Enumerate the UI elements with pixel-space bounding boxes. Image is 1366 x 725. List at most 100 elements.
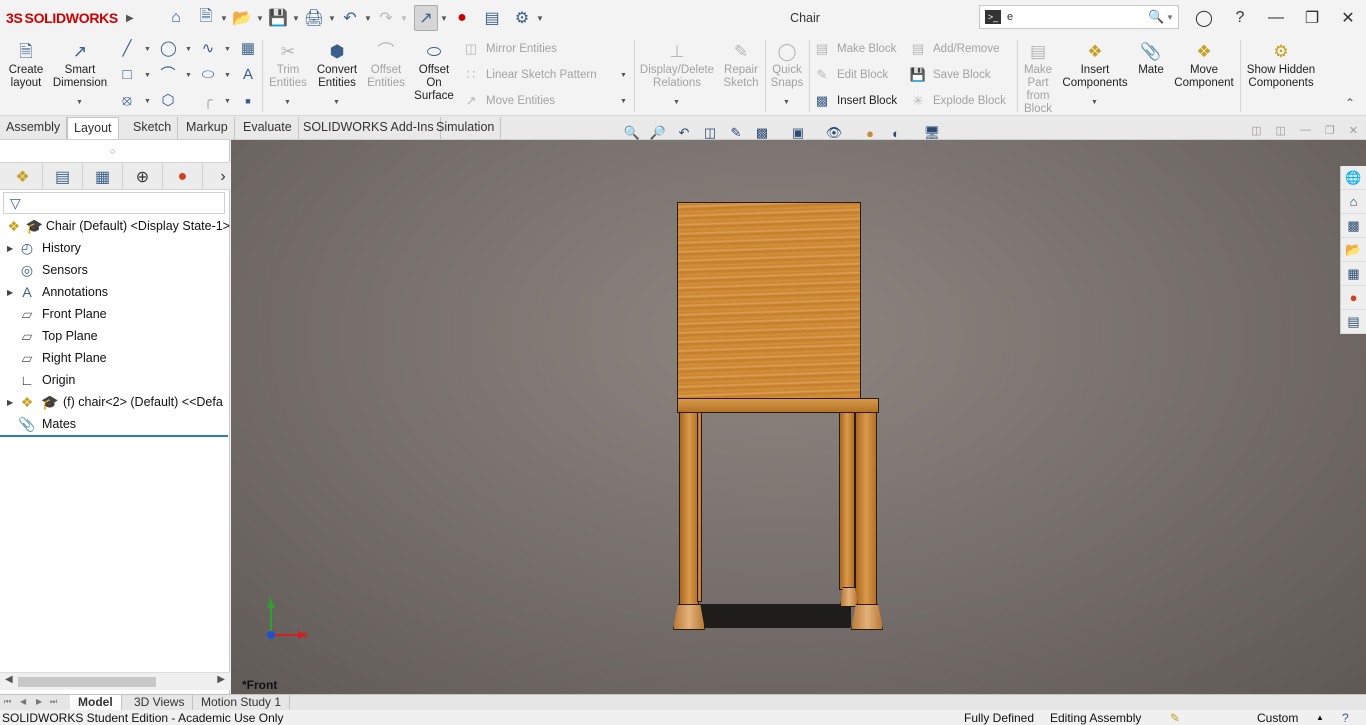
tree-item-right-plane[interactable]: ▱ Right Plane: [0, 347, 230, 369]
design-library-icon[interactable]: ▩: [1341, 214, 1366, 238]
undo-dropdown-icon[interactable]: ▼: [362, 5, 374, 31]
close-icon[interactable]: ✕: [1330, 8, 1366, 28]
make-part-from-block-button[interactable]: ▤ Make Part from Block: [1019, 38, 1057, 116]
chair-leg-back-left[interactable]: [697, 412, 702, 602]
tab-simulation[interactable]: Simulation: [430, 117, 502, 139]
tab-assembly[interactable]: Assembly: [0, 117, 68, 139]
move-dropdown-icon[interactable]: ▼: [620, 98, 627, 105]
chair-leg-front-right[interactable]: [855, 412, 877, 606]
arc-dropdown-icon[interactable]: ▼: [185, 72, 192, 79]
move-component-button[interactable]: ❖ Move Component: [1172, 38, 1236, 90]
tree-item-top-plane[interactable]: ▱ Top Plane: [0, 325, 230, 347]
ellipse-dropdown-icon[interactable]: ▼: [224, 72, 231, 79]
tab-markup[interactable]: Markup: [180, 117, 235, 139]
minimize-icon[interactable]: —: [1258, 9, 1294, 27]
slot-dropdown-icon[interactable]: ▼: [144, 98, 151, 105]
expand-arrow-icon[interactable]: ▶: [7, 288, 17, 297]
search-commands-box[interactable]: >_ e 🔍 ▼: [979, 5, 1179, 29]
slot-icon[interactable]: ⦻: [119, 93, 135, 109]
next-tab-icon[interactable]: ▶: [36, 697, 42, 706]
doc-minimize-icon[interactable]: —: [1300, 124, 1311, 137]
view-settings-icon[interactable]: 🖥: [921, 124, 943, 142]
units-dropdown-icon[interactable]: ▲: [1316, 713, 1324, 722]
chair-foot-left[interactable]: [673, 604, 705, 630]
trim-dropdown-icon[interactable]: ▼: [284, 99, 291, 106]
quick-tips-icon[interactable]: ?: [1342, 711, 1349, 725]
tab-layout[interactable]: Layout: [67, 117, 119, 139]
unit-system-selector[interactable]: Custom: [1257, 711, 1298, 725]
scroll-left-icon[interactable]: ◀: [5, 674, 13, 685]
options-gear-icon[interactable]: ⚙: [510, 5, 534, 31]
convert-entities-button[interactable]: ⬢ Convert Entities: [312, 38, 362, 90]
prev-tab-icon[interactable]: ◀: [20, 697, 26, 706]
offset-on-surface-button[interactable]: ⬭ Offset On Surface: [410, 38, 458, 103]
tree-item-chair-component[interactable]: ▶ ❖ 🎓 (f) chair<2> (Default) <<Defa: [0, 391, 230, 413]
chair-seat[interactable]: [677, 398, 879, 413]
convert-dropdown-icon[interactable]: ▼: [333, 99, 340, 106]
undo-icon[interactable]: ↶: [338, 5, 362, 31]
linear-sketch-pattern-button[interactable]: ∷ Linear Sketch Pattern: [462, 66, 597, 84]
tab-sketch[interactable]: Sketch: [127, 117, 179, 139]
smart-dimension-button[interactable]: ↗ Smart Dimension: [52, 38, 108, 90]
display-manager-tab-icon[interactable]: ●: [163, 163, 203, 190]
fillet-icon[interactable]: ╭: [200, 93, 216, 109]
text-icon[interactable]: A: [240, 67, 256, 83]
dimxpert-manager-tab-icon[interactable]: ⊕: [123, 163, 163, 190]
smart-dimension-dropdown-icon[interactable]: ▼: [76, 99, 83, 106]
tree-item-root-assembly[interactable]: ❖ 🎓 Chair (Default) <Display State-1>: [0, 215, 230, 237]
move-entities-button[interactable]: ↗ Move Entities: [462, 92, 555, 110]
display-delete-relations-button[interactable]: ⊥ Display/Delete Relations: [638, 38, 716, 90]
last-tab-icon[interactable]: ⏭: [50, 697, 57, 707]
insert-block-button[interactable]: ▩ Insert Block: [813, 92, 897, 110]
show-hidden-components-button[interactable]: ⚙ Show Hidden Components: [1244, 38, 1318, 90]
tile-icon[interactable]: ◫: [1251, 124, 1261, 137]
view-palette-icon[interactable]: ▦: [1341, 262, 1366, 286]
configuration-manager-tab-icon[interactable]: ▦: [83, 163, 123, 190]
solidworks-logo[interactable]: 3S SOLIDWORKS ▶: [0, 0, 138, 36]
file-properties-icon[interactable]: ▤: [480, 5, 504, 31]
redo-icon[interactable]: ↷: [374, 5, 398, 31]
chair-backrest[interactable]: [677, 202, 861, 400]
fillet-dropdown-icon[interactable]: ▼: [224, 98, 231, 105]
tree-item-annotations[interactable]: ▶ A Annotations: [0, 281, 230, 303]
scroll-right-icon[interactable]: ▶: [217, 674, 225, 685]
save-block-button[interactable]: 💾 Save Block: [909, 66, 991, 84]
zoom-to-area-icon[interactable]: 🔎: [647, 124, 669, 142]
rectangle-dropdown-icon[interactable]: ▼: [144, 72, 151, 79]
doc-restore-icon[interactable]: ❐: [1325, 124, 1335, 137]
file-explorer-icon[interactable]: 📂: [1341, 238, 1366, 262]
chair-foot-back-right[interactable]: [840, 587, 858, 607]
open-dropdown-icon[interactable]: ▼: [254, 5, 266, 31]
spline-icon[interactable]: ∿: [200, 41, 216, 57]
apply-scene-icon[interactable]: ◐: [885, 124, 907, 142]
open-icon[interactable]: 📂: [230, 5, 254, 31]
snaps-dropdown-icon[interactable]: ▼: [783, 99, 790, 106]
display-style-icon[interactable]: ▣: [787, 124, 809, 142]
rollback-bar[interactable]: [0, 435, 228, 437]
print-icon[interactable]: 🖨: [302, 5, 326, 31]
menu-expand-icon[interactable]: ▶: [126, 13, 134, 24]
block-grid-icon[interactable]: ▦: [240, 41, 256, 57]
explode-block-button[interactable]: ✳ Explode Block: [909, 92, 1006, 110]
expand-arrow-icon[interactable]: ▶: [7, 244, 17, 253]
section-view-icon[interactable]: ◫: [699, 124, 721, 142]
quick-snaps-button[interactable]: ◯ Quick Snaps: [767, 38, 807, 90]
rectangle-icon[interactable]: □: [119, 67, 135, 83]
arc-icon[interactable]: ⌒: [160, 67, 176, 83]
help-icon[interactable]: ?: [1222, 9, 1258, 27]
first-tab-icon[interactable]: ⏮: [4, 697, 11, 707]
tile-icon[interactable]: ◫: [1276, 124, 1286, 137]
dynamic-annotation-icon[interactable]: ✎: [725, 124, 747, 142]
search-icon[interactable]: 🔍: [1148, 9, 1166, 25]
offset-entities-button[interactable]: ⌒ Offset Entities: [364, 38, 408, 90]
custom-properties-icon[interactable]: ▤: [1341, 310, 1366, 334]
pattern-dropdown-icon[interactable]: ▼: [620, 72, 627, 79]
tree-filter[interactable]: ▽: [3, 192, 225, 214]
mate-button[interactable]: 📎 Mate: [1133, 38, 1169, 77]
tab-3d-views[interactable]: 3D Views: [126, 695, 194, 710]
view-orientation-icon[interactable]: ▩: [751, 124, 773, 142]
horizontal-scrollbar[interactable]: ◀ ▶: [0, 672, 230, 690]
tree-item-origin[interactable]: ∟ Origin: [0, 369, 230, 391]
line-dropdown-icon[interactable]: ▼: [144, 46, 151, 53]
tab-solidworks-add-ins[interactable]: SOLIDWORKS Add-Ins: [297, 117, 441, 139]
